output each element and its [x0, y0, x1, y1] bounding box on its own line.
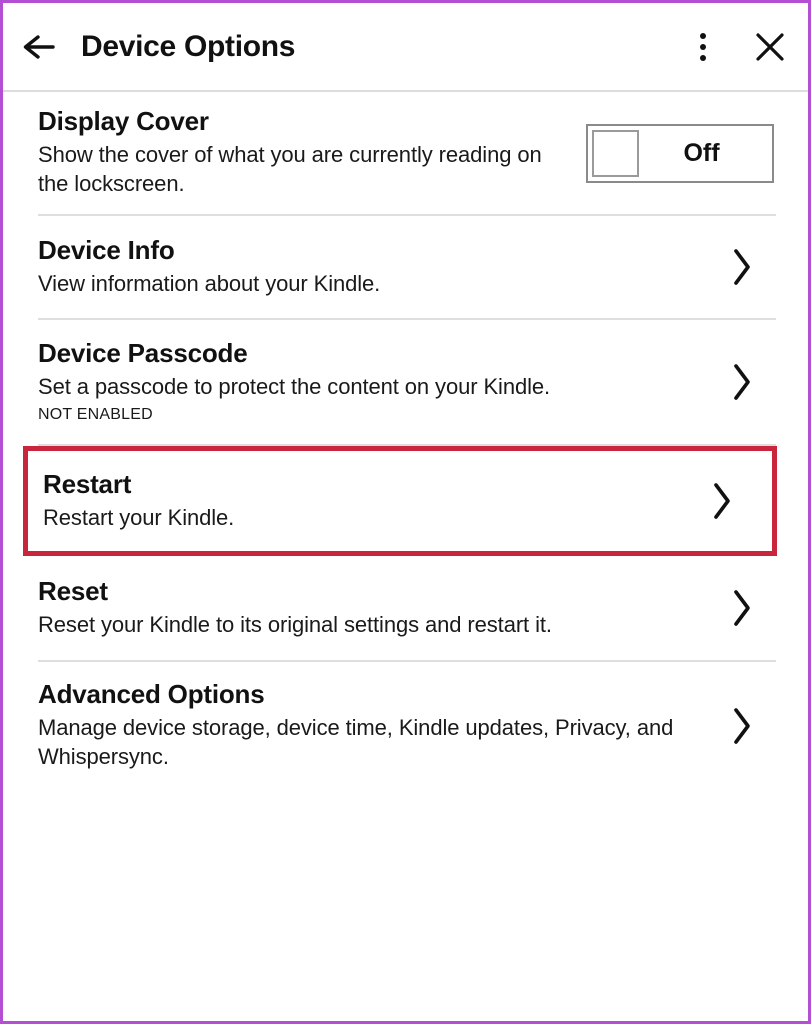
setting-row-display-cover[interactable]: Display Cover Show the cover of what you… [3, 92, 808, 214]
setting-text-display-cover: Display Cover Show the cover of what you… [38, 107, 572, 198]
display-cover-toggle[interactable]: Off [586, 123, 774, 183]
setting-description: Show the cover of what you are currently… [38, 142, 542, 197]
close-icon [753, 30, 787, 64]
chevron-right-icon [690, 480, 754, 522]
app-header: Device Options [3, 3, 808, 92]
setting-title: Device Info [38, 235, 175, 266]
device-options-screen: Device Options Display Cover Show the co… [0, 0, 811, 1024]
chevron-right-icon [710, 361, 774, 403]
setting-title: Advanced Options [38, 679, 265, 710]
setting-text-device-passcode: Device Passcode Set a passcode to protec… [38, 339, 710, 424]
setting-description: Restart your Kindle. [43, 504, 235, 530]
setting-title: Restart [43, 469, 132, 500]
overflow-menu-icon [700, 32, 706, 61]
setting-row-reset[interactable]: Reset Reset your Kindle to its original … [3, 556, 808, 660]
page-title: Device Options [81, 29, 296, 63]
status-badge: NOT ENABLED [38, 406, 153, 424]
setting-description: View information about your Kindle. [38, 270, 381, 296]
setting-title: Reset [38, 576, 108, 607]
setting-title: Device Passcode [38, 338, 248, 369]
setting-row-advanced-options[interactable]: Advanced Options Manage device storage, … [3, 662, 808, 790]
overflow-menu-button[interactable] [674, 3, 732, 90]
setting-title: Display Cover [38, 106, 209, 137]
toggle-knob [592, 129, 639, 177]
close-button[interactable] [732, 3, 808, 90]
toggle-state-label: Off [683, 138, 720, 167]
setting-text-reset: Reset Reset your Kindle to its original … [38, 576, 710, 639]
setting-row-device-info[interactable]: Device Info View information about your … [3, 216, 808, 318]
setting-row-device-passcode[interactable]: Device Passcode Set a passcode to protec… [3, 320, 808, 444]
setting-text-advanced-options: Advanced Options Manage device storage, … [38, 680, 710, 771]
chevron-right-icon [710, 705, 774, 747]
setting-text-device-info: Device Info View information about your … [38, 235, 710, 298]
setting-description: Manage device storage, device time, Kind… [38, 715, 674, 770]
chevron-right-icon [710, 246, 774, 288]
arrow-left-icon [20, 32, 60, 62]
chevron-right-icon [710, 587, 774, 629]
setting-description: Reset your Kindle to its original settin… [38, 611, 552, 637]
highlight-box-restart: Restart Restart your Kindle. [23, 446, 777, 556]
setting-row-restart[interactable]: Restart Restart your Kindle. [28, 451, 772, 551]
settings-list: Display Cover Show the cover of what you… [3, 92, 808, 790]
setting-description: Set a passcode to protect the content on… [38, 374, 551, 400]
setting-text-restart: Restart Restart your Kindle. [43, 469, 690, 532]
back-button[interactable] [3, 3, 77, 90]
